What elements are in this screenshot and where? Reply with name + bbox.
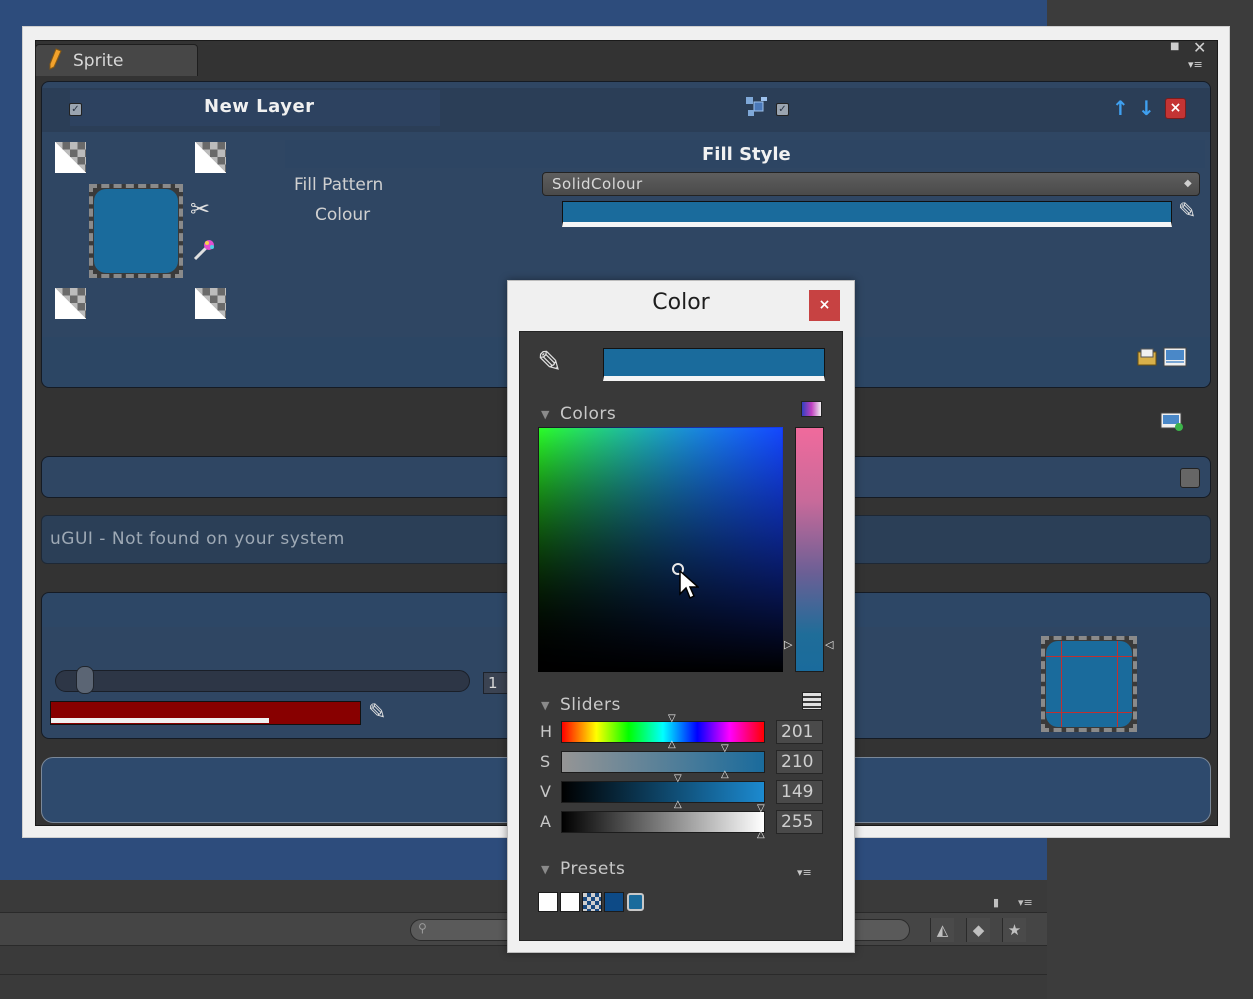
value-slider-label: V [540, 782, 551, 801]
colors-foldout-icon[interactable]: ▼ [541, 408, 549, 421]
presets-menu-icon[interactable]: ▾≡ [797, 866, 812, 879]
colour-field[interactable] [562, 201, 1172, 227]
fill-pattern-value: SolidColour [552, 175, 643, 193]
hue-slider-marker-icon: ▽ [668, 713, 676, 724]
hue-value-input[interactable]: 201 [776, 720, 823, 744]
hue-slider-label: H [540, 722, 553, 741]
slice-guide [1046, 712, 1132, 713]
alpha-slider-label: A [540, 812, 551, 831]
hue-strip[interactable] [795, 427, 824, 672]
corner-top-right-button[interactable] [195, 142, 226, 173]
magic-wand-icon[interactable] [192, 238, 216, 262]
sprite-preview-fill [94, 189, 178, 273]
folder-icon[interactable] [1137, 348, 1157, 366]
menu-icon[interactable]: ▾≡ [1018, 896, 1033, 909]
search-icon: ⚲ [418, 921, 427, 935]
hue-marker-left-icon: ▷ [784, 638, 793, 651]
hue-slider[interactable] [561, 721, 765, 743]
colour-label: Colour [315, 205, 371, 225]
sliders-section-label[interactable]: Sliders [560, 695, 621, 715]
hue-slider-marker-icon: △ [668, 739, 676, 750]
slice-guide [1061, 641, 1062, 727]
current-colour-swatch [603, 348, 825, 381]
colors-section-label[interactable]: Colors [560, 404, 616, 424]
alpha-slider-marker-icon: △ [757, 829, 765, 840]
filter-label-button[interactable]: ◆ [966, 918, 990, 942]
layer-enabled-checkbox[interactable]: ✓ [69, 103, 82, 116]
nine-slice-preview-fill [1046, 641, 1132, 727]
move-up-icon[interactable]: ↑ [1112, 96, 1129, 120]
add-image-icon[interactable] [1160, 412, 1184, 432]
window-menu-icon[interactable]: ▾≡ [1188, 58, 1203, 71]
size-slider-track[interactable] [55, 670, 470, 692]
saturation-slider-marker-icon: △ [721, 769, 729, 780]
saturation-slider-marker-icon: ▽ [721, 743, 729, 754]
fill-pattern-label: Fill Pattern [294, 175, 384, 195]
layer-name[interactable]: New Layer [204, 96, 315, 117]
layer-collapsed-checkbox[interactable] [1180, 468, 1200, 488]
filter-type-button[interactable]: ◭ [930, 918, 954, 942]
slice-guide [1046, 656, 1132, 657]
add-preset-button[interactable] [627, 893, 644, 911]
color-dialog-close-button[interactable]: × [809, 290, 840, 321]
corner-bottom-right-button[interactable] [195, 288, 226, 319]
divider [0, 974, 1047, 975]
corner-top-left-button[interactable] [55, 142, 86, 173]
ugui-status-message: uGUI - Not found on your system [50, 529, 345, 549]
preset-swatch[interactable] [560, 892, 580, 912]
sliders-foldout-icon[interactable]: ▼ [541, 699, 549, 712]
window-close-icon[interactable]: ✕ [1193, 38, 1206, 57]
presets-section-label[interactable]: Presets [560, 859, 625, 879]
saturation-slider[interactable] [561, 751, 765, 773]
saturation-slider-label: S [540, 752, 551, 771]
preset-swatch[interactable] [538, 892, 558, 912]
slider-mode-icon[interactable] [802, 692, 822, 710]
lock-icon[interactable]: ▮ [993, 896, 999, 909]
size-slider-handle[interactable] [76, 666, 94, 694]
hue-marker-right-icon: ◁ [825, 638, 834, 651]
color-dialog-title: Color [652, 290, 710, 315]
saturation-value-input[interactable]: 210 [776, 750, 823, 774]
value-slider-marker-icon: ▽ [674, 773, 682, 784]
transform-icon[interactable] [745, 96, 769, 118]
image-icon[interactable] [1163, 347, 1187, 367]
maximize-icon[interactable]: ■ [1170, 41, 1180, 52]
favorite-button[interactable]: ★ [1002, 918, 1026, 942]
delete-layer-icon[interactable]: × [1165, 98, 1186, 119]
value-value-input[interactable]: 149 [776, 780, 823, 804]
alpha-value-input[interactable]: 255 [776, 810, 823, 834]
alpha-slider-marker-icon: ▽ [757, 803, 765, 814]
eyedropper-icon[interactable]: ✎ [1178, 199, 1196, 224]
pencil-icon [49, 48, 62, 70]
dropdown-arrow-icon: ◆ [1184, 178, 1192, 189]
dialog-eyedropper-icon[interactable]: ✎ [537, 345, 562, 380]
alpha-slider[interactable] [561, 811, 765, 833]
secondary-eyedropper-icon[interactable]: ✎ [368, 700, 386, 725]
tab-sprite-label: Sprite [73, 51, 124, 71]
preset-swatch[interactable] [582, 892, 602, 912]
fill-style-title: Fill Style [702, 144, 791, 165]
transform-checkbox[interactable]: ✓ [776, 103, 789, 116]
value-slider-marker-icon: △ [674, 799, 682, 810]
move-down-icon[interactable]: ↓ [1138, 96, 1155, 120]
presets-foldout-icon[interactable]: ▼ [541, 863, 549, 876]
mouse-pointer-icon [679, 570, 699, 600]
value-slider[interactable] [561, 781, 765, 803]
secondary-colour-alpha-bar [51, 718, 269, 723]
slice-guide [1117, 641, 1118, 727]
corner-bottom-left-button[interactable] [55, 288, 86, 319]
color-mode-icon[interactable] [801, 401, 822, 417]
saturation-value-overlay [538, 427, 783, 672]
preset-swatch[interactable] [604, 892, 624, 912]
tools-icon[interactable]: ✂ [190, 195, 210, 223]
